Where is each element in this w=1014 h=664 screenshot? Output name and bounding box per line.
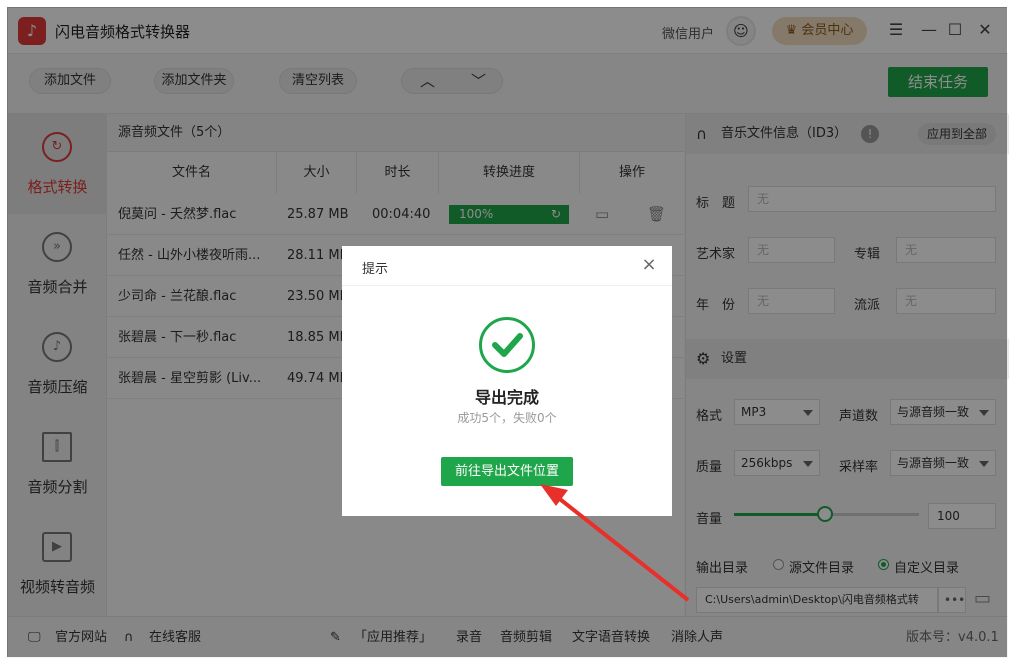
dialog-close-button[interactable]: ×: [638, 254, 660, 276]
dialog-result: 成功5个，失败0个: [457, 411, 557, 425]
export-complete-dialog: 提示 × 导出完成 成功5个，失败0个 前往导出文件位置: [342, 246, 672, 516]
dialog-message: 导出完成: [474, 388, 539, 407]
success-check-icon: [479, 317, 535, 373]
dialog-divider: [342, 285, 672, 286]
open-export-location-button[interactable]: 前往导出文件位置: [441, 457, 573, 486]
dialog-title: 提示: [362, 262, 389, 277]
